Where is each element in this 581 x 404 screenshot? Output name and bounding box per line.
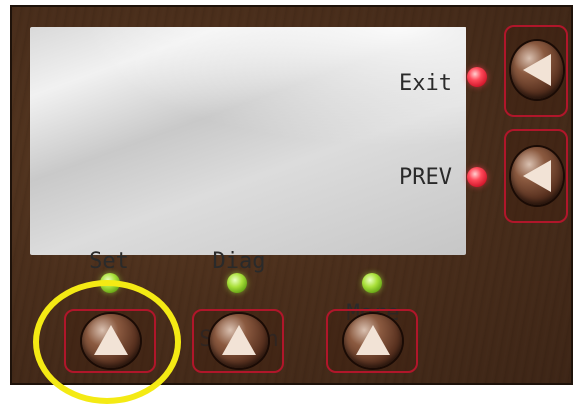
more-button-knob: [344, 314, 402, 368]
more-button[interactable]: [326, 309, 418, 373]
exit-button[interactable]: [504, 25, 568, 117]
lcd-label-prev: PREV: [399, 165, 452, 190]
exit-indicator-led: [467, 67, 487, 87]
softkey-3-led: [362, 273, 382, 293]
lcd-screen: Exit PREV Set Temp Diag Screen More: [30, 27, 466, 352]
softkey-1-line1: Set: [89, 249, 129, 274]
triangle-left-icon: [511, 41, 563, 99]
softkey-2-line1: Diag: [212, 249, 266, 274]
highlight-circle: [33, 280, 181, 404]
lcd-label-exit: Exit: [399, 71, 452, 96]
triangle-left-icon: [511, 147, 563, 205]
lcd-glare: [30, 27, 466, 167]
prev-button[interactable]: [504, 129, 568, 223]
exit-button-knob: [511, 41, 563, 99]
prev-indicator-led: [467, 167, 487, 187]
softkey-2-led: [227, 273, 247, 293]
triangle-up-icon: [344, 314, 402, 368]
prev-button-knob: [511, 147, 563, 205]
diag-screen-button-knob: [210, 314, 268, 368]
triangle-up-icon: [210, 314, 268, 368]
diag-screen-button[interactable]: [192, 309, 284, 373]
